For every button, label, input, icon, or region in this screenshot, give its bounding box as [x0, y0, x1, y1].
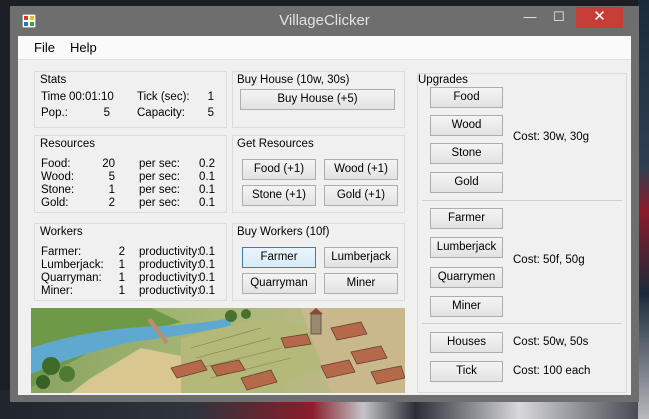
pop-value: 5 [103, 107, 110, 119]
gold-label: Gold: [41, 197, 69, 209]
buy-house-group: Buy House (10w, 30s) Buy House (+5) [232, 71, 405, 128]
upgrade-tick-button[interactable]: Tick [430, 361, 503, 382]
quarryman-count: 1 [118, 272, 125, 284]
upgrade-wood-button[interactable]: Wood [430, 115, 503, 136]
upgrades-group: Upgrades Food Wood Stone Gold Cost: 30w,… [417, 73, 627, 393]
get-stone-button[interactable]: Stone (+1) [242, 185, 316, 206]
tick-label: Tick (sec): [137, 91, 190, 103]
lumberjack-prod: 0.1 [199, 259, 215, 271]
buy-workers-header: Buy Workers (10f) [237, 226, 330, 238]
workers-header: Workers [40, 226, 83, 238]
buy-lumberjack-button[interactable]: Lumberjack [324, 247, 398, 268]
stone-rate: 0.1 [199, 184, 215, 196]
upgrade-miner-button[interactable]: Miner [430, 296, 503, 317]
upgrade-food-button[interactable]: Food [430, 87, 503, 108]
resources-upgrade-cost: Cost: 30w, 30g [513, 131, 590, 143]
wood-rate-label: per sec: [139, 171, 180, 183]
upgrades-separator [422, 200, 622, 201]
workers-group: Workers Farmer: 2 productivity: 0.1 Lumb… [34, 223, 227, 301]
upgrade-houses-button[interactable]: Houses [430, 332, 503, 353]
buy-house-button[interactable]: Buy House (+5) [240, 89, 395, 110]
tick-value: 1 [207, 91, 214, 103]
farmer-count: 2 [118, 246, 125, 258]
close-button[interactable]: ✕ [576, 7, 623, 28]
window-title: VillageClicker [279, 12, 370, 29]
resources-header: Resources [40, 138, 95, 150]
maximize-button[interactable]: ☐ [546, 7, 572, 28]
get-resources-header: Get Resources [237, 138, 314, 150]
capacity-label: Capacity: [137, 107, 185, 119]
capacity-value: 5 [207, 107, 214, 119]
upgrades-separator [422, 323, 622, 324]
stone-label: Stone: [41, 184, 75, 196]
farmer-prod: 0.1 [199, 246, 215, 258]
stats-header: Stats [40, 74, 67, 86]
client-area: File Help Stats Time 00:01:10 Tick (sec)… [18, 36, 631, 395]
resources-group: Resources Food: 20 per sec: 0.2 Wood: 5 … [34, 135, 227, 213]
workers-upgrade-cost: Cost: 50f, 50g [513, 254, 585, 266]
minimize-button[interactable]: — [517, 7, 543, 28]
stone-rate-label: per sec: [139, 184, 180, 196]
upgrade-lumberjack-button[interactable]: Lumberjack [430, 237, 503, 258]
get-resources-group: Get Resources Food (+1) Wood (+1) Stone … [232, 135, 405, 213]
desktop-background-edge [638, 0, 649, 419]
upgrade-quarrymen-button[interactable]: Quarrymen [430, 267, 503, 288]
gold-rate: 0.1 [199, 197, 215, 209]
title-bar[interactable]: VillageClicker — ☐ ✕ [10, 6, 639, 36]
stone-amount: 1 [108, 184, 115, 196]
food-rate-label: per sec: [139, 158, 180, 170]
lumberjack-count: 1 [118, 259, 125, 271]
pop-label: Pop.: [41, 107, 68, 119]
stats-group: Stats Time 00:01:10 Tick (sec): 1 Pop.: … [34, 71, 227, 128]
food-rate: 0.2 [199, 158, 215, 170]
app-window: VillageClicker — ☐ ✕ File Help Stats Tim… [10, 6, 639, 402]
get-wood-button[interactable]: Wood (+1) [324, 159, 398, 180]
wood-rate: 0.1 [199, 171, 215, 183]
miner-count: 1 [118, 285, 125, 297]
tick-upgrade-cost: Cost: 100 each [513, 365, 591, 377]
food-label: Food: [41, 158, 71, 170]
village-illustration [31, 308, 405, 393]
time-label: Time [41, 91, 67, 103]
wood-amount: 5 [108, 171, 115, 183]
food-amount: 20 [102, 158, 115, 170]
upgrades-header: Upgrades [418, 74, 468, 86]
get-food-button[interactable]: Food (+1) [242, 159, 316, 180]
houses-upgrade-cost: Cost: 50w, 50s [513, 336, 589, 348]
menu-bar: File Help [18, 36, 631, 60]
miner-label: Miner: [41, 285, 73, 297]
upgrade-gold-button[interactable]: Gold [430, 172, 503, 193]
farmer-label: Farmer: [41, 246, 82, 258]
wood-label: Wood: [41, 171, 75, 183]
gold-rate-label: per sec: [139, 197, 180, 209]
buy-quarryman-button[interactable]: Quarryman [242, 273, 316, 294]
menu-file[interactable]: File [28, 36, 61, 60]
quarryman-prod: 0.1 [199, 272, 215, 284]
lumberjack-label: Lumberjack: [41, 259, 104, 271]
buy-farmer-button[interactable]: Farmer [242, 247, 316, 268]
upgrade-farmer-button[interactable]: Farmer [430, 208, 503, 229]
gold-amount: 2 [108, 197, 115, 209]
quarryman-label: Quarryman: [41, 272, 102, 284]
buy-house-header: Buy House (10w, 30s) [237, 74, 350, 86]
time-value: 00:01:10 [69, 91, 114, 103]
upgrade-stone-button[interactable]: Stone [430, 143, 503, 164]
get-gold-button[interactable]: Gold (+1) [324, 185, 398, 206]
buy-miner-button[interactable]: Miner [324, 273, 398, 294]
buy-workers-group: Buy Workers (10f) Farmer Lumberjack Quar… [232, 223, 405, 301]
miner-prod: 0.1 [199, 285, 215, 297]
menu-help[interactable]: Help [64, 36, 103, 60]
